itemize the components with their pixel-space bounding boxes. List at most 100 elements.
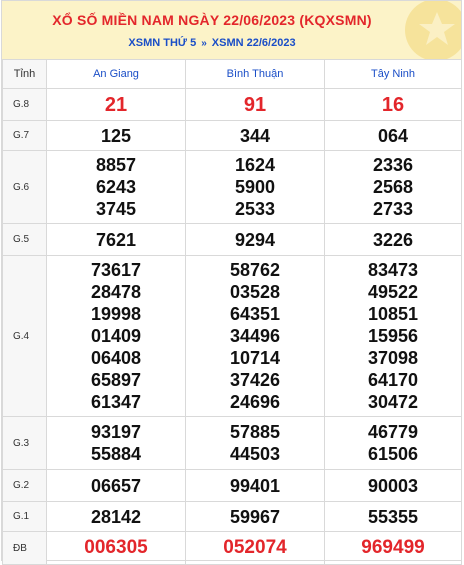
result-number: 2336 (372, 155, 414, 175)
result-number: 61347 (90, 392, 142, 412)
result-number: 19998 (90, 304, 142, 324)
result-number: 37098 (367, 348, 419, 368)
star-icon (419, 12, 455, 45)
result-cell: 969499 (324, 531, 462, 565)
result-number: 28478 (90, 282, 142, 302)
column-header-an-giang[interactable]: An Giang (46, 59, 186, 89)
result-cell: 006305 (46, 531, 186, 565)
star-logo (405, 1, 461, 59)
result-number: 24696 (229, 392, 281, 412)
result-number: 3226 (372, 229, 414, 250)
result-cell: 46779 61506 (324, 416, 462, 470)
result-number: 83473 (367, 260, 419, 280)
result-number: 73617 (90, 260, 142, 280)
result-number: 37426 (229, 370, 281, 390)
result-number: 10851 (367, 304, 419, 324)
result-number: 15956 (367, 326, 419, 346)
result-number: 46779 (367, 422, 419, 442)
result-number: 61506 (367, 444, 419, 464)
prize-label: G.5 (2, 223, 47, 256)
result-cell: 3226 (324, 223, 462, 256)
result-cell: 99401 (185, 469, 325, 502)
result-cell: 59967 (185, 501, 325, 532)
prize-row: G.3 93197 55884 57885 44503 46779 61506 (2, 416, 462, 470)
result-number: 125 (100, 125, 132, 146)
result-number: 2568 (372, 177, 414, 197)
prize-row: G.5 7621 9294 3226 (2, 223, 462, 256)
column-header-tay-ninh[interactable]: Tây Ninh (324, 59, 462, 89)
prize-row: G.1 28142 59967 55355 (2, 501, 462, 532)
results-card: XỔ SỐ MIỀN NAM NGÀY 22/06/2023 (KQXSMN) … (1, 0, 462, 565)
result-number: 969499 (361, 537, 425, 558)
result-number: 34496 (229, 326, 281, 346)
result-number: 30472 (367, 392, 419, 412)
results-header: XỔ SỐ MIỀN NAM NGÀY 22/06/2023 (KQXSMN) … (2, 1, 461, 59)
result-number: 03528 (229, 282, 281, 302)
result-cell: 73617 28478 19998 01409 06408 65897 61347 (46, 255, 186, 417)
prize-row: G.2 06657 99401 90003 (2, 469, 462, 502)
column-header-binh-thuan[interactable]: Bình Thuận (185, 59, 325, 89)
result-number: 57885 (229, 422, 281, 442)
result-cell: 06657 (46, 469, 186, 502)
result-number: 93197 (90, 422, 142, 442)
result-number: 10714 (229, 348, 281, 368)
result-number: 006305 (84, 537, 148, 558)
result-cell: 052074 (185, 531, 325, 565)
result-number: 7621 (95, 229, 137, 250)
results-table: Tỉnh An Giang Bình Thuận Tây Ninh G.8 21 9… (2, 59, 462, 565)
result-cell: 21 (46, 88, 186, 121)
result-number: 5900 (234, 177, 276, 197)
prize-label: G.7 (2, 120, 47, 151)
result-number: 16 (381, 93, 405, 116)
prize-row: ĐB 006305 052074 969499 (2, 531, 462, 565)
result-number: 21 (104, 93, 128, 116)
result-number: 9294 (234, 229, 276, 250)
result-cell: 064 (324, 120, 462, 151)
result-number: 55355 (367, 506, 419, 527)
prize-row: G.7 125 344 064 (2, 120, 462, 151)
result-cell: 7621 (46, 223, 186, 256)
result-cell: 125 (46, 120, 186, 151)
result-number: 28142 (90, 506, 142, 527)
result-cell: 83473 49522 10851 15956 37098 64170 30472 (324, 255, 462, 417)
result-number: 344 (239, 125, 271, 146)
result-number: 064 (377, 125, 409, 146)
link-xsmn-date[interactable]: XSMN 22/6/2023 (212, 37, 296, 49)
result-number: 052074 (223, 537, 287, 558)
result-number: 64351 (229, 304, 281, 324)
result-number: 55884 (90, 444, 142, 464)
result-number: 01409 (90, 326, 142, 346)
breadcrumb-separator: » (201, 38, 207, 49)
column-header-tinh: Tỉnh (2, 59, 47, 89)
result-number: 64170 (367, 370, 419, 390)
result-number: 65897 (90, 370, 142, 390)
result-number: 06408 (90, 348, 142, 368)
result-cell: 2336 2568 2733 (324, 150, 462, 224)
prize-label: G.8 (2, 88, 47, 121)
result-cell: 93197 55884 (46, 416, 186, 470)
result-number: 6243 (95, 177, 137, 197)
result-number: 3745 (95, 199, 137, 219)
result-cell: 90003 (324, 469, 462, 502)
result-number: 2533 (234, 199, 276, 219)
result-cell: 8857 6243 3745 (46, 150, 186, 224)
prize-label: G.1 (2, 501, 47, 532)
result-cell: 55355 (324, 501, 462, 532)
result-cell: 28142 (46, 501, 186, 532)
prize-label: G.2 (2, 469, 47, 502)
link-xsmn-thu5[interactable]: XSMN THỨ 5 (128, 37, 196, 49)
result-number: 8857 (95, 155, 137, 175)
result-number: 2733 (372, 199, 414, 219)
result-number: 91 (243, 93, 267, 116)
prize-label: G.4 (2, 255, 47, 417)
result-cell: 91 (185, 88, 325, 121)
result-number: 1624 (234, 155, 276, 175)
breadcrumb: XSMN THỨ 5 » XSMN 22/6/2023 (2, 37, 422, 49)
result-number: 06657 (90, 475, 142, 496)
table-header-row: Tỉnh An Giang Bình Thuận Tây Ninh (2, 59, 462, 89)
result-number: 59967 (229, 506, 281, 527)
result-number: 58762 (229, 260, 281, 280)
result-cell: 344 (185, 120, 325, 151)
result-number: 44503 (229, 444, 281, 464)
prize-label: G.6 (2, 150, 47, 224)
